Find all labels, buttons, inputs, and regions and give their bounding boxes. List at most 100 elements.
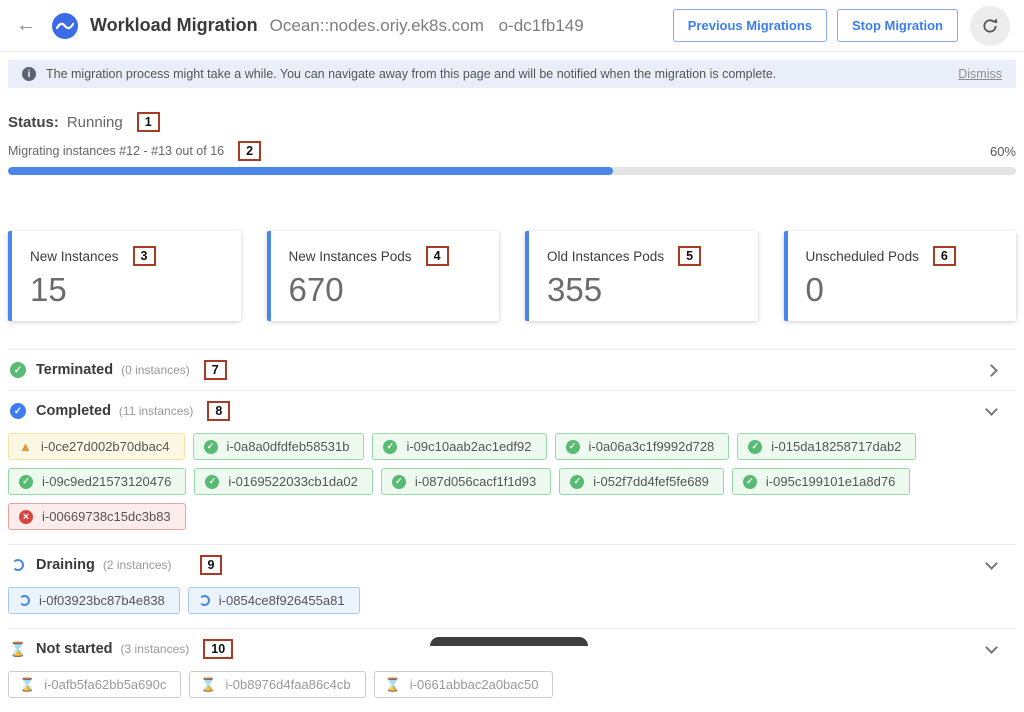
- stop-migration-button[interactable]: Stop Migration: [837, 9, 958, 42]
- instance-id: i-0169522033cb1da02: [228, 474, 357, 489]
- spinner-icon: [199, 595, 210, 606]
- section-completed: ✓ Completed (11 instances) 8 i-0ce27d002…: [8, 390, 1016, 544]
- section-terminated-header[interactable]: ✓ Terminated (0 instances) 7: [8, 350, 1016, 390]
- instance-chip[interactable]: i-087d056cacf1f1d93: [381, 468, 551, 495]
- hourglass-icon: [19, 677, 35, 693]
- instance-chip[interactable]: i-0ce27d002b70dbac4: [8, 433, 185, 460]
- instance-chip[interactable]: i-0a06a3c1f9992d728: [555, 433, 730, 460]
- instance-id: i-0a06a3c1f9992d728: [589, 439, 715, 454]
- progress-bar: [8, 167, 1016, 175]
- annotation-2: 2: [238, 141, 261, 161]
- annotation-10: 10: [203, 639, 233, 659]
- instance-id: i-052f7dd4fef5fe689: [593, 474, 709, 489]
- not-started-chips: i-0afb5fa62bb5a690c i-0b8976d4faa86c4cb …: [8, 669, 1016, 712]
- annotation-3: 3: [133, 246, 156, 266]
- card-old-instances-pods: Old Instances Pods 5 355: [525, 231, 758, 321]
- section-title: Not started: [36, 641, 113, 657]
- status-block: Status: Running 1 Migrating instances #1…: [8, 112, 1016, 175]
- instance-chip[interactable]: i-0a8a0dfdfeb58531b: [193, 433, 365, 460]
- annotation-7: 7: [204, 360, 227, 380]
- section-completed-header[interactable]: ✓ Completed (11 instances) 8: [8, 391, 1016, 431]
- info-banner: i The migration process might take a whi…: [8, 60, 1016, 88]
- card-value: 355: [547, 271, 740, 309]
- instance-chip[interactable]: i-0854ce8f926455a81: [188, 587, 360, 614]
- instance-chip[interactable]: i-095c199101e1a8d76: [732, 468, 910, 495]
- chevron-right-icon[interactable]: [985, 364, 998, 377]
- page-title: Workload Migration: [90, 15, 258, 36]
- card-value: 670: [289, 271, 482, 309]
- card-unscheduled-pods: Unscheduled Pods 6 0: [784, 231, 1017, 321]
- spinner-icon: [10, 557, 26, 573]
- chevron-down-icon[interactable]: [985, 403, 998, 416]
- info-icon: i: [22, 67, 36, 81]
- check-circle-icon: [204, 440, 218, 454]
- instance-id: i-0ce27d002b70dbac4: [41, 439, 170, 454]
- summary-cards: New Instances 3 15 New Instances Pods 4 …: [8, 231, 1016, 321]
- annotation-8: 8: [207, 401, 230, 421]
- annotation-6: 6: [933, 246, 956, 266]
- banner-text: The migration process might take a while…: [46, 67, 776, 81]
- check-circle-icon: [748, 440, 762, 454]
- instance-id: i-0854ce8f926455a81: [219, 593, 345, 608]
- instance-id: i-015da18258717dab2: [771, 439, 901, 454]
- instance-id: i-095c199101e1a8d76: [766, 474, 895, 489]
- instance-id: i-09c10aab2ac1edf92: [406, 439, 531, 454]
- hourglass-icon: [385, 677, 401, 693]
- hourglass-icon: [200, 677, 216, 693]
- ocean-logo-icon: [52, 13, 78, 39]
- annotation-9: 9: [200, 555, 223, 575]
- spinner-icon: [19, 595, 30, 606]
- annotation-5: 5: [678, 246, 701, 266]
- warning-triangle-icon: [19, 439, 32, 454]
- card-label: New Instances: [30, 249, 119, 264]
- instance-id: i-0661abbac2a0bac50: [410, 677, 539, 692]
- instance-id: i-09c9ed21573120476: [42, 474, 171, 489]
- back-arrow-icon[interactable]: ←: [16, 14, 36, 37]
- check-circle-blue-icon: ✓: [10, 403, 26, 419]
- section-title: Terminated: [36, 362, 113, 378]
- migration-sections: ✓ Terminated (0 instances) 7 ✓ Completed…: [8, 349, 1016, 712]
- instance-chip[interactable]: i-0661abbac2a0bac50: [374, 671, 554, 698]
- section-draining-header[interactable]: Draining (2 instances) 9: [8, 545, 1016, 585]
- section-not-started-header[interactable]: ⌛ Not started (3 instances) 10: [8, 629, 1016, 669]
- cluster-name: Ocean::nodes.oriy.ek8s.com: [270, 16, 484, 35]
- hourglass-icon: ⌛: [10, 641, 26, 657]
- draining-chips: i-0f03923bc87b4e838 i-0854ce8f926455a81: [8, 585, 1016, 628]
- instance-chip[interactable]: i-0b8976d4faa86c4cb: [189, 671, 365, 698]
- ocean-id: o-dc1fb149: [499, 16, 584, 35]
- check-circle-icon: [743, 475, 757, 489]
- check-circle-icon: [19, 475, 33, 489]
- refresh-button[interactable]: [970, 6, 1010, 46]
- page-header: ← Workload Migration Ocean::nodes.oriy.e…: [0, 0, 1024, 52]
- status-label: Status:: [8, 114, 59, 131]
- chevron-down-icon[interactable]: [985, 557, 998, 570]
- instance-chip[interactable]: i-0169522033cb1da02: [194, 468, 372, 495]
- instance-id: i-00669738c15dc3b83: [42, 509, 171, 524]
- check-circle-icon: [566, 440, 580, 454]
- previous-migrations-button[interactable]: Previous Migrations: [673, 9, 827, 42]
- breadcrumb: Ocean::nodes.oriy.ek8s.com o-dc1fb149: [270, 16, 594, 36]
- progress-percent: 60%: [990, 144, 1016, 159]
- instance-chip[interactable]: i-0afb5fa62bb5a690c: [8, 671, 181, 698]
- instance-chip[interactable]: i-09c10aab2ac1edf92: [372, 433, 546, 460]
- chevron-down-icon[interactable]: [985, 641, 998, 654]
- card-label: New Instances Pods: [289, 249, 412, 264]
- instance-chip[interactable]: i-09c9ed21573120476: [8, 468, 186, 495]
- error-circle-icon: [19, 510, 33, 524]
- check-circle-icon: [392, 475, 406, 489]
- progress-text: Migrating instances #12 - #13 out of 16: [8, 144, 224, 158]
- instance-chip[interactable]: i-00669738c15dc3b83: [8, 503, 186, 530]
- check-circle-icon: [383, 440, 397, 454]
- header-actions: Previous Migrations Stop Migration: [663, 6, 1010, 46]
- dismiss-link[interactable]: Dismiss: [958, 67, 1002, 81]
- instance-id: i-0afb5fa62bb5a690c: [44, 677, 166, 692]
- section-title: Completed: [36, 403, 111, 419]
- instance-chip[interactable]: i-015da18258717dab2: [737, 433, 916, 460]
- instance-chip[interactable]: i-0f03923bc87b4e838: [8, 587, 180, 614]
- card-value: 15: [30, 271, 223, 309]
- instance-chip[interactable]: i-052f7dd4fef5fe689: [559, 468, 724, 495]
- completed-chips: i-0ce27d002b70dbac4 i-0a8a0dfdfeb58531b …: [8, 431, 1016, 544]
- check-circle-icon: [570, 475, 584, 489]
- section-count: (0 instances): [121, 363, 190, 377]
- check-circle-green-icon: ✓: [10, 362, 26, 378]
